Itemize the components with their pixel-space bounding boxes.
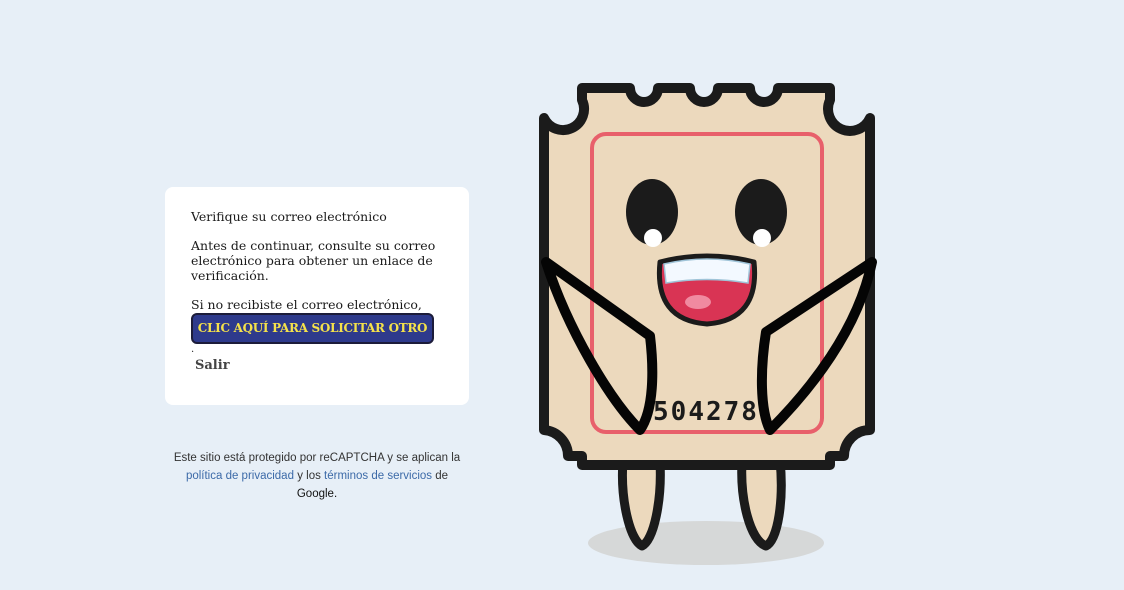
- ticket-number: 504278: [653, 397, 759, 427]
- recaptcha-notice: Este sitio está protegido por reCAPTCHA …: [165, 449, 469, 503]
- ticket-mascot-illustration: 504278: [539, 83, 877, 565]
- resend-verification-button[interactable]: CLIC AQUÍ PARA SOLICITAR OTRO: [191, 313, 434, 344]
- terms-of-service-link[interactable]: términos de servicios: [324, 470, 432, 482]
- recaptcha-of: de: [435, 470, 449, 482]
- google-text: Google.: [296, 488, 338, 500]
- mascot-shadow: [588, 521, 824, 565]
- recaptcha-prefix: Este sitio está protegido por reCAPTCHA …: [173, 452, 461, 464]
- recaptcha-and: y los: [297, 470, 321, 482]
- verify-email-card: Verifique su correo electrónico Antes de…: [165, 187, 469, 405]
- mascot-left-eye-shine: [644, 229, 662, 247]
- mascot-right-eye-shine: [753, 229, 771, 247]
- privacy-policy-link[interactable]: política de privacidad: [186, 470, 294, 482]
- no-mail-text: Si no recibiste el correo electrónico,: [191, 297, 422, 312]
- mascot-tongue-shine: [685, 295, 711, 309]
- trailing-dot: .: [191, 344, 195, 355]
- mascot-teeth: [663, 258, 751, 284]
- card-body-text: Antes de continuar, consulte su correo e…: [191, 238, 436, 283]
- logout-link[interactable]: Salir: [195, 358, 230, 373]
- mascot-left-leg: [617, 455, 665, 551]
- card-title: Verifique su correo electrónico: [191, 209, 387, 224]
- page: Verifique su correo electrónico Antes de…: [0, 0, 1124, 590]
